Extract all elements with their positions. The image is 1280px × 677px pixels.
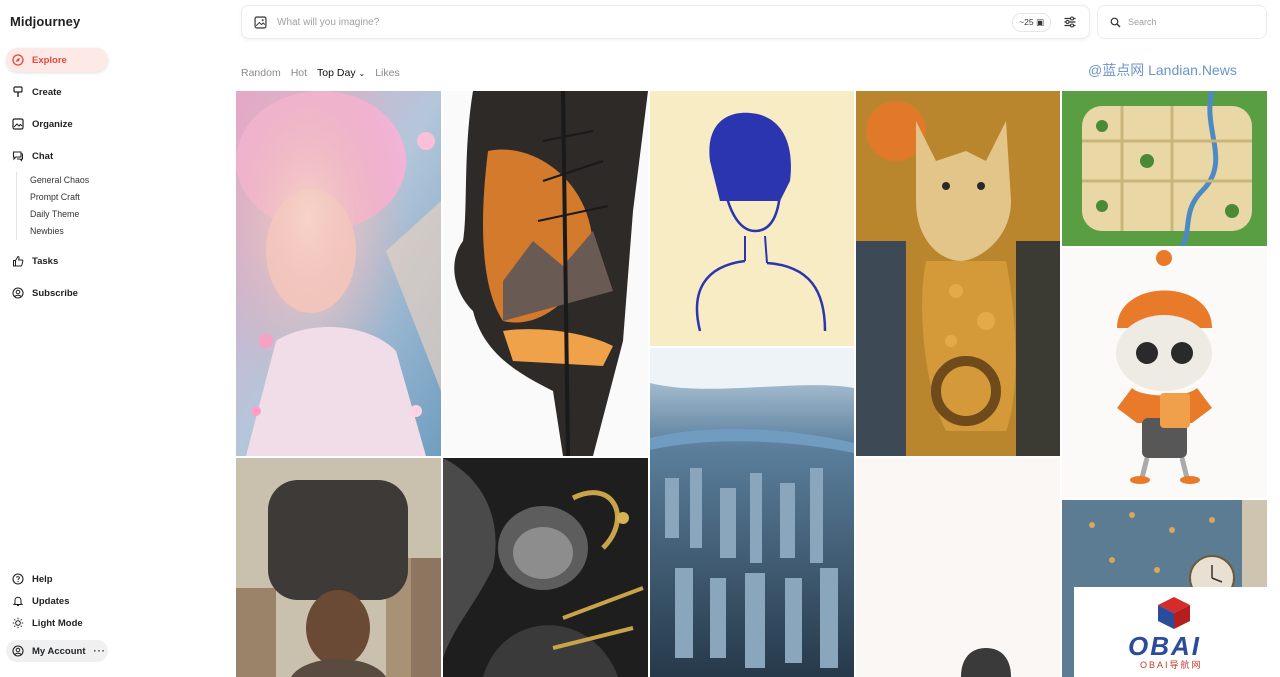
nav-subscribe-label: Subscribe (32, 287, 78, 299)
nav-light-mode[interactable]: Light Mode (6, 611, 83, 635)
credits-value: ~25 (1019, 16, 1034, 27)
settings-sliders-icon[interactable] (1063, 15, 1077, 29)
gallery-image-line-drawing[interactable] (650, 91, 854, 346)
user-circle-icon (12, 287, 24, 299)
filter-top-day[interactable]: Top Day ⌄ (317, 67, 365, 79)
gallery-image-fairy[interactable] (236, 91, 441, 456)
prompt-input[interactable]: What will you imagine? (277, 17, 1012, 28)
nav-organize-label: Organize (32, 118, 73, 130)
chevron-down-icon: ⌄ (358, 69, 366, 78)
nav-tasks[interactable]: Tasks (6, 249, 58, 273)
chat-room-prompt-craft[interactable]: Prompt Craft (30, 189, 89, 206)
gallery-image-skeleton[interactable] (1062, 248, 1267, 498)
cube-logo-icon (1158, 597, 1190, 629)
credits-badge: ~25 ▣ (1012, 12, 1051, 32)
nav-subscribe[interactable]: Subscribe (6, 281, 78, 305)
gallery-image-klimt-cat[interactable] (856, 91, 1060, 456)
nav-explore[interactable]: Explore (6, 48, 108, 72)
chat-rooms-list: General Chaos Prompt Craft Daily Theme N… (16, 172, 89, 240)
watermark-text: @蓝点网 Landian.News (1088, 62, 1237, 78)
chat-icon (12, 150, 24, 162)
nav-updates[interactable]: Updates (6, 589, 69, 613)
filter-hot[interactable]: Hot (291, 67, 307, 79)
brush-icon (12, 86, 24, 98)
filter-top-day-label: Top Day (317, 67, 356, 79)
obai-badge: OBAI OBAI导航网 (1074, 587, 1268, 677)
nav-updates-label: Updates (32, 595, 70, 607)
nav-tasks-label: Tasks (32, 255, 59, 267)
obai-badge-subtext: OBAI导航网 (1140, 660, 1203, 670)
gallery-image-sketch-portrait[interactable] (856, 458, 1060, 677)
nav-chat[interactable]: Chat (6, 144, 53, 168)
user-circle-icon (12, 645, 24, 657)
search-box[interactable]: Search (1097, 5, 1267, 39)
search-input[interactable]: Search (1128, 17, 1157, 27)
feed-filters: Random Hot Top Day ⌄ Likes (241, 67, 400, 79)
filter-likes[interactable]: Likes (375, 67, 400, 79)
more-options-icon[interactable]: ··· (93, 646, 106, 657)
image-icon (12, 118, 24, 130)
gallery-image-city-aerial[interactable] (650, 348, 854, 677)
filter-random[interactable]: Random (241, 67, 281, 79)
app-brand[interactable]: Midjourney (10, 14, 80, 29)
nav-help[interactable]: Help (6, 567, 53, 591)
sun-icon (12, 617, 24, 629)
search-icon (1110, 17, 1121, 27)
bell-icon (12, 595, 24, 607)
chat-room-daily-theme[interactable]: Daily Theme (30, 206, 89, 223)
nav-light-mode-label: Light Mode (32, 617, 83, 629)
nav-organize[interactable]: Organize (6, 112, 73, 136)
my-account-button[interactable]: My Account ··· (6, 640, 108, 662)
sidebar: Midjourney Explore Create Organize Chat … (0, 0, 228, 677)
gallery-image-double-exposure[interactable] (443, 91, 648, 456)
nav-chat-label: Chat (32, 150, 54, 162)
thumbs-up-icon (12, 255, 24, 267)
my-account-label: My Account (32, 645, 86, 657)
nav-create[interactable]: Create (6, 80, 62, 104)
chat-room-general-chaos[interactable]: General Chaos (30, 172, 89, 189)
nav-create-label: Create (32, 86, 62, 98)
chat-room-newbies[interactable]: Newbies (30, 223, 89, 240)
help-icon (12, 573, 24, 585)
nav-help-label: Help (32, 573, 53, 585)
prompt-bar[interactable]: What will you imagine? ~25 ▣ (241, 5, 1090, 39)
gallery-image-monkey-warrior[interactable] (443, 458, 648, 677)
gallery-image-map[interactable] (1062, 91, 1267, 246)
image-upload-icon[interactable] (254, 15, 267, 29)
compass-icon (12, 54, 24, 66)
nav-explore-label: Explore (32, 54, 67, 66)
gallery-image-portrait-hat[interactable] (236, 458, 441, 677)
